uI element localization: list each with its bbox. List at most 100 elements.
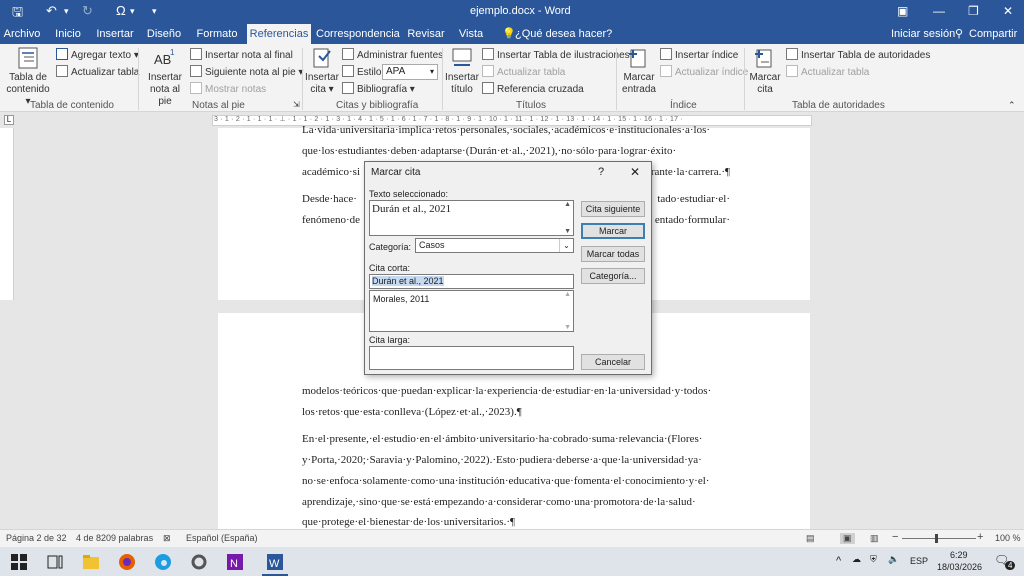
mark-entry-button[interactable]: Marcar entrada [620, 46, 658, 96]
clock-date[interactable]: 18/03/2026 [937, 562, 982, 572]
short-citation-list[interactable]: Morales, 2011 ▲ ▼ [369, 290, 574, 332]
read-mode-icon[interactable]: ▤ [806, 533, 815, 544]
next-citation-button[interactable]: Cita siguiente [581, 201, 645, 217]
onenote-icon[interactable]: N [224, 551, 246, 573]
zoom-slider[interactable] [902, 538, 976, 539]
dialog-launcher-icon[interactable]: ⇲ [293, 100, 300, 109]
update-index-button[interactable]: Actualizar índice [660, 65, 748, 78]
bibliography-button[interactable]: Bibliografía ▾ [342, 82, 415, 95]
tab-vista[interactable]: Vista [454, 24, 488, 44]
scroll-up-icon[interactable]: ▲ [564, 291, 571, 298]
scroll-down-icon[interactable]: ▼ [564, 228, 571, 235]
tab-formato[interactable]: Formato [192, 24, 242, 44]
sign-in-link[interactable]: Iniciar sesión [891, 24, 955, 44]
insert-endnote-button[interactable]: Insertar nota al final [190, 48, 293, 61]
tab-diseno[interactable]: Diseño [142, 24, 186, 44]
paragraph-line: y·Porta,·2020;·Saravia·y·Palomino,·2022)… [302, 454, 702, 466]
symbol-icon[interactable]: Ω [116, 3, 126, 18]
share-button[interactable]: Compartir [969, 24, 1017, 44]
citation-style-select[interactable]: APA ▾ [382, 64, 438, 80]
scroll-up-icon[interactable]: ▲ [564, 201, 571, 208]
category-button[interactable]: Categoría... [581, 268, 645, 284]
long-citation-input[interactable] [369, 346, 574, 370]
update-authorities-button[interactable]: Actualizar tabla [786, 65, 869, 78]
tab-revisar[interactable]: Revisar [404, 24, 448, 44]
firefox-icon[interactable] [116, 551, 138, 573]
insert-citation-icon [313, 48, 331, 68]
print-layout-icon[interactable]: ▣ [840, 533, 855, 544]
security-icon[interactable]: ⛨ [870, 554, 877, 565]
vertical-ruler[interactable] [0, 128, 14, 300]
tab-selector-icon[interactable]: L [4, 115, 14, 125]
manage-sources-button[interactable]: Administrar fuentes [342, 48, 443, 61]
word-app-icon[interactable]: W [264, 551, 286, 573]
insert-caption-button[interactable]: Insertar título [444, 46, 480, 96]
file-explorer-icon[interactable] [80, 551, 102, 573]
undo-icon[interactable]: ↶ [46, 3, 57, 19]
volume-icon[interactable]: 🔈 [888, 554, 899, 565]
zoom-slider-thumb[interactable] [935, 534, 938, 543]
collapse-ribbon-icon[interactable]: ⌃ [1008, 100, 1016, 111]
tab-inicio[interactable]: Inicio [48, 24, 88, 44]
mark-entry-label: Marcar entrada [622, 72, 656, 95]
customize-quick-access-icon[interactable]: ▾ [152, 6, 157, 17]
restore-icon[interactable]: ❐ [968, 4, 979, 18]
save-icon[interactable]: 🖫 [12, 3, 23, 25]
insert-index-button[interactable]: Insertar índice [660, 48, 738, 61]
cancel-button[interactable]: Cancelar [581, 354, 645, 370]
task-view-icon[interactable] [44, 551, 66, 573]
input-language[interactable]: ESP [910, 556, 928, 566]
tab-archivo[interactable]: Archivo [0, 24, 44, 44]
list-item[interactable]: Morales, 2011 [373, 294, 429, 304]
next-footnote-button[interactable]: Siguiente nota al pie ▾ [190, 65, 303, 78]
zoom-level[interactable]: 100 % [995, 533, 1021, 543]
page-count[interactable]: Página 2 de 32 [6, 533, 67, 543]
selected-text-area[interactable]: Durán et al., 2021 ▲ ▼ [369, 200, 574, 236]
edge-icon[interactable] [152, 551, 174, 573]
table-of-contents-button[interactable]: Tabla de contenido ▾ [4, 46, 52, 108]
tab-insertar[interactable]: Insertar [92, 24, 138, 44]
insert-authorities-button[interactable]: Insertar Tabla de autoridades [786, 48, 930, 61]
redo-icon[interactable]: ↻ [82, 3, 93, 19]
tab-correspondencia[interactable]: Correspondencia [316, 24, 400, 44]
cross-reference-label: Referencia cruzada [497, 84, 584, 95]
update-toc-button[interactable]: Actualizar tabla [56, 65, 139, 78]
short-citation-input[interactable]: Durán et al., 2021 [369, 274, 574, 289]
tab-referencias[interactable]: Referencias [247, 24, 311, 44]
zoom-in-button[interactable]: + [977, 531, 983, 543]
mark-citation-button[interactable]: Marcar cita [746, 46, 784, 96]
proofing-icon[interactable]: ⊠ [163, 533, 171, 544]
close-icon[interactable]: ✕ [1003, 4, 1013, 18]
show-hidden-icons[interactable]: ^ [836, 555, 841, 567]
cross-reference-button[interactable]: Referencia cruzada [482, 82, 584, 95]
mark-button[interactable]: Marcar [581, 223, 645, 239]
help-icon[interactable]: ? [598, 166, 604, 178]
symbol-dropdown-icon[interactable]: ▾ [130, 6, 135, 17]
settings-app-icon[interactable] [188, 551, 210, 573]
web-layout-icon[interactable]: ▥ [870, 533, 879, 544]
insert-table-of-figures-button[interactable]: Insertar Tabla de ilustraciones [482, 48, 630, 61]
update-figures-table-button[interactable]: Actualizar tabla [482, 65, 565, 78]
insert-footnote-button[interactable]: AB 1 Insertar nota al pie [142, 46, 188, 108]
windows-start-icon[interactable] [8, 551, 30, 573]
long-citation-label: Cita larga: [369, 335, 411, 345]
clock-time[interactable]: 6:29 [950, 550, 968, 560]
insert-citation-button[interactable]: Insertar cita ▾ [304, 46, 340, 96]
mark-all-button[interactable]: Marcar todas [581, 246, 645, 262]
show-notes-button[interactable]: Mostrar notas [190, 82, 266, 95]
undo-dropdown-icon[interactable]: ▾ [64, 6, 69, 17]
add-text-button[interactable]: Agregar texto ▾ [56, 48, 139, 61]
word-count[interactable]: 4 de 8209 palabras [76, 533, 153, 543]
group-index-label: Índice [670, 100, 697, 111]
insert-index-label: Insertar índice [675, 50, 739, 61]
zoom-out-button[interactable]: − [892, 531, 898, 543]
category-select[interactable]: Casos ⌄ [415, 238, 574, 253]
tell-me-box[interactable]: ¿Qué desea hacer? [515, 24, 612, 44]
ribbon-display-icon[interactable]: ▣ [897, 4, 908, 18]
chevron-down-icon[interactable]: ⌄ [559, 239, 573, 252]
close-icon[interactable]: ✕ [630, 165, 640, 179]
scroll-down-icon[interactable]: ▼ [564, 324, 571, 331]
minimize-icon[interactable]: — [933, 4, 945, 18]
onedrive-icon[interactable]: ☁ [852, 554, 861, 565]
language-status[interactable]: Español (España) [186, 533, 258, 543]
